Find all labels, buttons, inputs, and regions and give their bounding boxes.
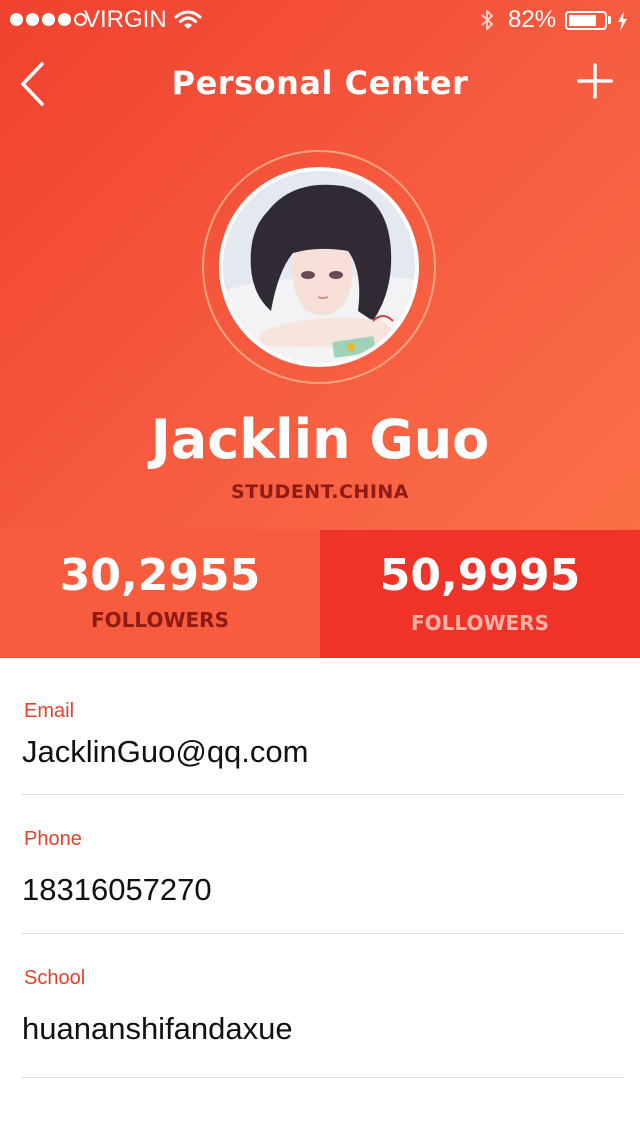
battery-tip (608, 16, 611, 24)
charging-bolt-icon (618, 11, 627, 31)
phone-value: 18316057270 (22, 872, 212, 907)
email-value: JacklinGuo@qq.com (22, 734, 309, 769)
school-row[interactable]: School huananshifandaxue (22, 957, 624, 1078)
avatar-portrait (223, 171, 415, 363)
stat-followers-right[interactable]: 50,9995 FOLLOWERS (320, 530, 640, 658)
phone-row[interactable]: Phone 18316057270 (22, 818, 624, 934)
email-row[interactable]: Email JacklinGuo@qq.com (22, 690, 624, 795)
stat-followers-left[interactable]: 30,2955 FOLLOWERS (0, 530, 320, 658)
battery-icon (565, 11, 607, 30)
user-subtitle: STUDENT.CHINA (230, 481, 410, 503)
battery-level (569, 15, 597, 26)
stat-value: 50,9995 (379, 550, 581, 601)
school-value: huananshifandaxue (22, 1011, 293, 1046)
personal-center-screen: VIRGIN 82% Personal Center Jacklin Guo S… (0, 0, 640, 1136)
navigation-bar: Personal Center (0, 40, 640, 130)
wifi-icon (174, 10, 202, 29)
user-name: Jacklin Guo (150, 408, 490, 471)
status-bar: VIRGIN 82% (0, 0, 640, 40)
phone-label: Phone (24, 828, 82, 850)
school-label: School (24, 967, 86, 989)
stat-label: FOLLOWERS (91, 608, 229, 632)
signal-strength-icon (10, 13, 87, 26)
stat-value: 30,2955 (59, 550, 261, 601)
page-title: Personal Center (171, 64, 469, 102)
stat-label: FOLLOWERS (411, 611, 549, 635)
carrier-name: VIRGIN (84, 6, 167, 33)
plus-icon (577, 63, 613, 99)
bluetooth-icon (481, 10, 493, 30)
battery-percentage: 82% (508, 6, 557, 33)
add-button[interactable] (574, 60, 616, 102)
email-label: Email (24, 700, 75, 722)
profile-header: VIRGIN 82% Personal Center Jacklin Guo S… (0, 0, 640, 530)
avatar[interactable] (219, 167, 419, 367)
